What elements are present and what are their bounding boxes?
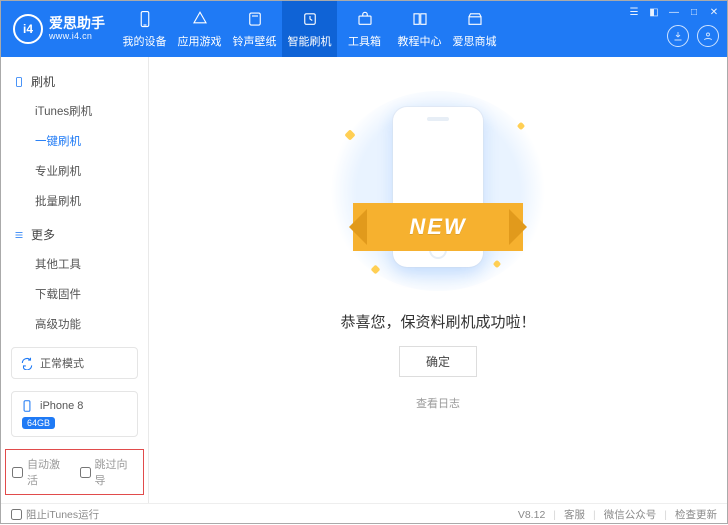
nav-tutorials[interactable]: 教程中心	[392, 1, 447, 57]
device-info[interactable]: iPhone 8 64GB	[11, 391, 138, 437]
nav-label: 智能刷机	[288, 33, 332, 49]
brand-text: 爱思助手 www.i4.cn	[49, 16, 105, 41]
toolbox-icon	[355, 9, 375, 29]
support-link[interactable]: 客服	[564, 507, 585, 522]
nav-label: 铃声壁纸	[233, 33, 277, 49]
minimize-icon[interactable]: —	[667, 5, 681, 19]
phone-outline-icon	[13, 76, 25, 88]
block-itunes-label: 阻止iTunes运行	[26, 507, 99, 522]
main-panel: NEW 恭喜您，保资料刷机成功啦！ 确定 查看日志	[149, 57, 727, 503]
music-icon	[245, 9, 265, 29]
maximize-icon[interactable]: □	[687, 5, 701, 19]
close-icon[interactable]: ✕	[707, 5, 721, 19]
skip-guide-checkbox[interactable]	[80, 467, 91, 478]
block-itunes-option[interactable]: 阻止iTunes运行	[11, 507, 99, 522]
wechat-link[interactable]: 微信公众号	[604, 507, 657, 522]
view-log-link[interactable]: 查看日志	[416, 395, 460, 411]
topbar-round-buttons	[667, 25, 719, 47]
ribbon-text: NEW	[353, 203, 523, 251]
status-bar: 阻止iTunes运行 V8.12 | 客服 | 微信公众号 | 检查更新	[1, 503, 727, 525]
ok-button[interactable]: 确定	[399, 346, 477, 377]
success-illustration: NEW	[328, 91, 548, 291]
nav-label: 工具箱	[348, 33, 381, 49]
book-icon	[410, 9, 430, 29]
sidebar-item-other-tools[interactable]: 其他工具	[35, 249, 148, 279]
apps-icon	[190, 9, 210, 29]
content-area: 刷机 iTunes刷机 一键刷机 专业刷机 批量刷机 更多 其他工具 下载固件 …	[1, 57, 727, 503]
nav-label: 应用游戏	[178, 33, 222, 49]
brand-badge: i4	[13, 14, 43, 44]
nav-toolbox[interactable]: 工具箱	[337, 1, 392, 57]
sidebar-item-itunes-flash[interactable]: iTunes刷机	[35, 96, 148, 126]
device-icon	[20, 399, 34, 413]
menu-icon[interactable]: ☰	[627, 5, 641, 19]
nav-label: 爱思商城	[453, 33, 497, 49]
skip-guide-label: 跳过向导	[95, 456, 138, 488]
titlebar: i4 爱思助手 www.i4.cn 我的设备 应用游戏 铃声壁纸 智能刷机 工具…	[1, 1, 727, 57]
version-label: V8.12	[518, 509, 545, 521]
sidebar-group-title: 刷机	[31, 73, 55, 90]
success-message: 恭喜您，保资料刷机成功啦！	[340, 311, 535, 332]
nav-label: 我的设备	[123, 33, 167, 49]
auto-activate-checkbox[interactable]	[12, 467, 23, 478]
nav-store[interactable]: 爱思商城	[447, 1, 502, 57]
brand: i4 爱思助手 www.i4.cn	[13, 14, 105, 44]
account-button[interactable]	[697, 25, 719, 47]
sidebar: 刷机 iTunes刷机 一键刷机 专业刷机 批量刷机 更多 其他工具 下载固件 …	[1, 57, 149, 503]
block-itunes-checkbox[interactable]	[11, 509, 22, 520]
store-icon	[465, 9, 485, 29]
sidebar-group-more: 更多	[1, 222, 148, 249]
skin-icon[interactable]: ◧	[647, 5, 661, 19]
check-update-link[interactable]: 检查更新	[675, 507, 717, 522]
refresh-icon	[20, 356, 34, 370]
phone-icon	[135, 9, 155, 29]
sidebar-group-title: 更多	[31, 226, 55, 243]
device-name: iPhone 8	[40, 400, 83, 412]
sidebar-item-pro-flash[interactable]: 专业刷机	[35, 156, 148, 186]
sidebar-item-batch-flash[interactable]: 批量刷机	[35, 186, 148, 216]
sidebar-item-advanced[interactable]: 高级功能	[35, 309, 148, 339]
brand-title: 爱思助手	[49, 16, 105, 31]
device-mode[interactable]: 正常模式	[11, 347, 138, 379]
download-button[interactable]	[667, 25, 689, 47]
auto-activate-label: 自动激活	[27, 456, 70, 488]
sidebar-item-oneclick-flash[interactable]: 一键刷机	[35, 126, 148, 156]
nav-smart-flash[interactable]: 智能刷机	[282, 1, 337, 57]
flash-options: 自动激活 跳过向导	[5, 449, 144, 495]
nav-label: 教程中心	[398, 33, 442, 49]
sidebar-item-download-firmware[interactable]: 下载固件	[35, 279, 148, 309]
nav-apps-games[interactable]: 应用游戏	[172, 1, 227, 57]
brand-subtitle: www.i4.cn	[49, 32, 105, 42]
nav-my-device[interactable]: 我的设备	[117, 1, 172, 57]
flash-icon	[300, 9, 320, 29]
nav-ringtones-wallpapers[interactable]: 铃声壁纸	[227, 1, 282, 57]
storage-badge: 64GB	[22, 417, 55, 429]
list-icon	[13, 229, 25, 241]
option-skip-guide[interactable]: 跳过向导	[80, 456, 138, 488]
option-auto-activate[interactable]: 自动激活	[12, 456, 70, 488]
mode-label: 正常模式	[40, 355, 84, 371]
sidebar-group-flash: 刷机	[1, 69, 148, 96]
window-controls: ☰ ◧ — □ ✕	[627, 5, 721, 19]
new-ribbon: NEW	[353, 203, 523, 251]
